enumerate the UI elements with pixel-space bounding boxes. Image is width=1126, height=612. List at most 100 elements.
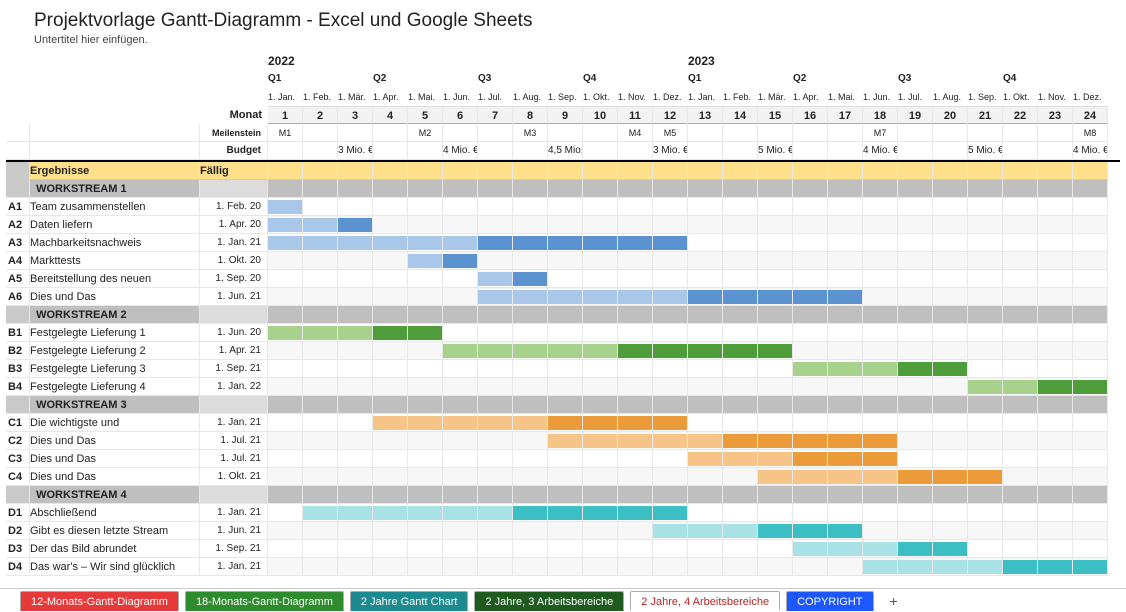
gantt-cell[interactable] xyxy=(373,324,408,342)
gantt-cell[interactable] xyxy=(723,288,758,306)
gantt-cell[interactable] xyxy=(268,324,303,342)
gantt-cell[interactable] xyxy=(1003,324,1038,342)
gantt-cell[interactable] xyxy=(933,288,968,306)
gantt-cell[interactable] xyxy=(443,558,478,576)
gantt-cell[interactable] xyxy=(793,198,828,216)
gantt-cell[interactable] xyxy=(828,234,863,252)
gantt-cell[interactable] xyxy=(303,288,338,306)
gantt-cell[interactable] xyxy=(1073,198,1108,216)
gantt-cell[interactable] xyxy=(1073,558,1108,576)
gantt-cell[interactable] xyxy=(933,432,968,450)
gantt-cell[interactable] xyxy=(478,522,513,540)
gantt-cell[interactable] xyxy=(618,522,653,540)
gantt-cell[interactable] xyxy=(478,378,513,396)
gantt-cell[interactable] xyxy=(863,198,898,216)
gantt-cell[interactable] xyxy=(758,360,793,378)
gantt-cell[interactable] xyxy=(933,252,968,270)
gantt-cell[interactable] xyxy=(793,360,828,378)
gantt-cell[interactable] xyxy=(548,342,583,360)
gantt-cell[interactable] xyxy=(268,216,303,234)
gantt-cell[interactable] xyxy=(618,432,653,450)
gantt-cell[interactable] xyxy=(1003,342,1038,360)
gantt-cell[interactable] xyxy=(793,342,828,360)
gantt-cell[interactable] xyxy=(548,504,583,522)
gantt-cell[interactable] xyxy=(618,234,653,252)
gantt-cell[interactable] xyxy=(863,540,898,558)
gantt-cell[interactable] xyxy=(373,252,408,270)
gantt-cell[interactable] xyxy=(898,540,933,558)
gantt-cell[interactable] xyxy=(1073,234,1108,252)
gantt-cell[interactable] xyxy=(303,360,338,378)
gantt-cell[interactable] xyxy=(268,378,303,396)
gantt-cell[interactable] xyxy=(583,252,618,270)
gantt-cell[interactable] xyxy=(793,216,828,234)
gantt-cell[interactable] xyxy=(758,522,793,540)
gantt-cell[interactable] xyxy=(933,324,968,342)
gantt-cell[interactable] xyxy=(758,414,793,432)
gantt-cell[interactable] xyxy=(653,540,688,558)
gantt-cell[interactable] xyxy=(653,234,688,252)
gantt-cell[interactable] xyxy=(373,540,408,558)
gantt-cell[interactable] xyxy=(968,234,1003,252)
gantt-cell[interactable] xyxy=(933,558,968,576)
gantt-cell[interactable] xyxy=(338,378,373,396)
gantt-cell[interactable] xyxy=(513,540,548,558)
gantt-cell[interactable] xyxy=(653,252,688,270)
gantt-cell[interactable] xyxy=(863,432,898,450)
gantt-cell[interactable] xyxy=(478,360,513,378)
gantt-cell[interactable] xyxy=(1038,288,1073,306)
gantt-cell[interactable] xyxy=(793,324,828,342)
gantt-cell[interactable] xyxy=(723,324,758,342)
gantt-cell[interactable] xyxy=(303,216,338,234)
gantt-cell[interactable] xyxy=(338,198,373,216)
gantt-cell[interactable] xyxy=(933,540,968,558)
gantt-cell[interactable] xyxy=(968,522,1003,540)
gantt-cell[interactable] xyxy=(898,378,933,396)
gantt-cell[interactable] xyxy=(1003,432,1038,450)
gantt-cell[interactable] xyxy=(443,198,478,216)
gantt-cell[interactable] xyxy=(478,234,513,252)
gantt-cell[interactable] xyxy=(1038,414,1073,432)
gantt-cell[interactable] xyxy=(443,504,478,522)
gantt-cell[interactable] xyxy=(898,288,933,306)
gantt-cell[interactable] xyxy=(933,522,968,540)
gantt-cell[interactable] xyxy=(688,522,723,540)
gantt-cell[interactable] xyxy=(618,414,653,432)
gantt-cell[interactable] xyxy=(793,504,828,522)
gantt-cell[interactable] xyxy=(863,270,898,288)
gantt-cell[interactable] xyxy=(303,468,338,486)
gantt-cell[interactable] xyxy=(1073,414,1108,432)
gantt-cell[interactable] xyxy=(653,432,688,450)
gantt-cell[interactable] xyxy=(373,468,408,486)
gantt-cell[interactable] xyxy=(268,540,303,558)
gantt-cell[interactable] xyxy=(303,504,338,522)
gantt-cell[interactable] xyxy=(478,558,513,576)
gantt-cell[interactable] xyxy=(443,234,478,252)
gantt-cell[interactable] xyxy=(898,252,933,270)
gantt-cell[interactable] xyxy=(968,540,1003,558)
gantt-cell[interactable] xyxy=(338,342,373,360)
gantt-cell[interactable] xyxy=(338,522,373,540)
gantt-cell[interactable] xyxy=(688,342,723,360)
gantt-cell[interactable] xyxy=(1073,252,1108,270)
gantt-cell[interactable] xyxy=(618,450,653,468)
gantt-cell[interactable] xyxy=(618,324,653,342)
gantt-cell[interactable] xyxy=(548,558,583,576)
gantt-cell[interactable] xyxy=(373,504,408,522)
gantt-cell[interactable] xyxy=(793,432,828,450)
gantt-cell[interactable] xyxy=(758,432,793,450)
gantt-cell[interactable] xyxy=(1003,540,1038,558)
gantt-cell[interactable] xyxy=(828,324,863,342)
gantt-cell[interactable] xyxy=(863,468,898,486)
gantt-cell[interactable] xyxy=(583,414,618,432)
gantt-cell[interactable] xyxy=(758,558,793,576)
gantt-cell[interactable] xyxy=(513,360,548,378)
gantt-cell[interactable] xyxy=(1003,234,1038,252)
gantt-cell[interactable] xyxy=(828,342,863,360)
gantt-cell[interactable] xyxy=(863,288,898,306)
gantt-cell[interactable] xyxy=(583,378,618,396)
gantt-cell[interactable] xyxy=(863,324,898,342)
gantt-cell[interactable] xyxy=(863,234,898,252)
gantt-cell[interactable] xyxy=(548,288,583,306)
gantt-cell[interactable] xyxy=(898,504,933,522)
